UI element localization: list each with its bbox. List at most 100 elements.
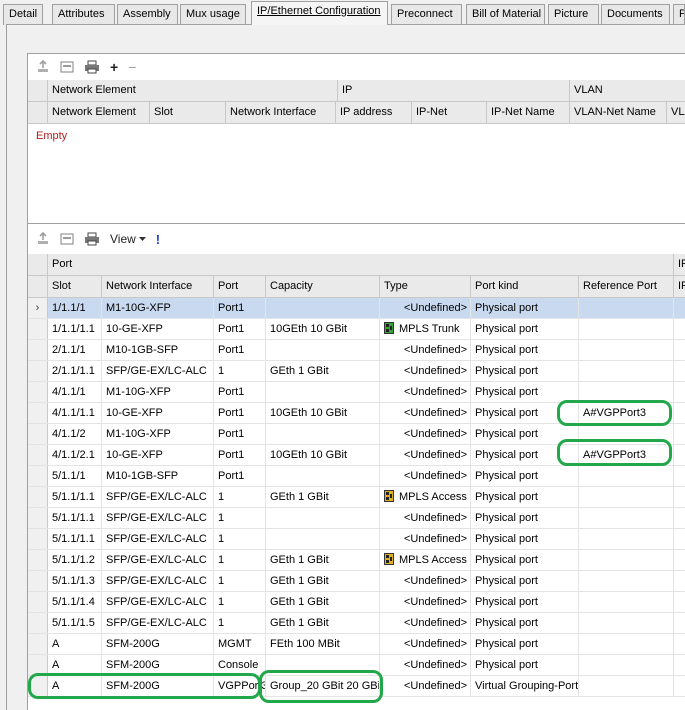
column-header-ip-net[interactable]: IP-Net: [412, 102, 487, 123]
slot-cell: 5/1.1/1.1: [48, 529, 102, 549]
network-interface-cell: SFP/GE-EX/LC-ALC: [102, 361, 214, 381]
capacity-cell: [266, 298, 380, 318]
column-header-network-interface[interactable]: Network Interface: [102, 276, 214, 297]
column-header-ip-address[interactable]: IP address: [336, 102, 412, 123]
row-selector[interactable]: [28, 571, 48, 591]
column-header-type[interactable]: Type: [380, 276, 471, 297]
table-row[interactable]: A SFM-200G MGMT FEth 100 MBit <Undefined> Phy…: [28, 634, 685, 655]
export-button[interactable]: [36, 232, 50, 246]
type-label: MPLS Access: [399, 491, 467, 503]
table-row[interactable]: 5/1.1/1.1 SFP/GE-EX/LC-ALC 1 <Undefined> Phy…: [28, 529, 685, 550]
tab-mux-usage[interactable]: Mux usage: [180, 4, 246, 25]
column-header-slot[interactable]: Slot: [150, 102, 226, 123]
tab-p[interactable]: P: [673, 4, 685, 25]
table-row[interactable]: 5/1.1/1 M10-1GB-SFP Port1 <Undefined> Physic…: [28, 466, 685, 487]
tab-preconnect[interactable]: Preconnect: [391, 4, 462, 25]
add-icon[interactable]: +: [110, 59, 118, 75]
tab-detail[interactable]: Detail: [3, 4, 43, 25]
port-kind-cell: Physical port: [471, 571, 579, 591]
view-label: View: [110, 232, 136, 246]
table-row[interactable]: 4/1.1/1 M1-10G-XFP Port1 <Undefined> Physica…: [28, 382, 685, 403]
capacity-cell: [266, 424, 380, 444]
table-row[interactable]: 4/1.1/2.1 10-GE-XFP Port1 10GEth 10 GBit <Un…: [28, 445, 685, 466]
table-row[interactable]: 1/1.1/1.1 10-GE-XFP Port1 10GEth 10 GBit MPL…: [28, 319, 685, 340]
tab-bill-of-material[interactable]: Bill of Material: [466, 4, 545, 25]
row-selector[interactable]: [28, 340, 48, 360]
table-row[interactable]: 4/1.1/1.1 10-GE-XFP Port1 10GEth 10 GBit <Un…: [28, 403, 685, 424]
column-header-reference-port[interactable]: Reference Port: [579, 276, 674, 297]
row-selector[interactable]: [28, 592, 48, 612]
print-preview-button[interactable]: [60, 232, 74, 246]
type-cell: MPLS Access: [380, 550, 471, 570]
table-row[interactable]: 5/1.1/1.4 SFP/GE-EX/LC-ALC 1 GEth 1 GBit <Un…: [28, 592, 685, 613]
table-row[interactable]: 5/1.1/1.3 SFP/GE-EX/LC-ALC 1 GEth 1 GBit <Un…: [28, 571, 685, 592]
column-header-vlan-net-name[interactable]: VLAN-Net Name: [570, 102, 667, 123]
capacity-cell: GEth 1 GBit: [266, 592, 380, 612]
tab-picture[interactable]: Picture: [548, 4, 599, 25]
table-row[interactable]: A SFM-200G VGPPort3 Group_20 GBit 20 GBit <U…: [28, 676, 685, 697]
port-kind-cell: Physical port: [471, 487, 579, 507]
column-header-capacity[interactable]: Capacity: [266, 276, 380, 297]
export-button[interactable]: [36, 60, 50, 74]
row-selector[interactable]: [28, 550, 48, 570]
header-gutter: [28, 276, 48, 297]
column-header-ip-net-name[interactable]: IP-Net Name: [487, 102, 570, 123]
row-selector[interactable]: [28, 403, 48, 423]
column-header-ip[interactable]: IP: [674, 276, 685, 297]
row-selector[interactable]: [28, 529, 48, 549]
table-row[interactable]: 2/1.1/1 M10-1GB-SFP Port1 <Undefined> Physic…: [28, 340, 685, 361]
row-selector[interactable]: [28, 319, 48, 339]
ip-cell: [674, 571, 685, 591]
info-icon[interactable]: !: [156, 232, 160, 247]
row-selector[interactable]: ›: [28, 298, 48, 318]
remove-icon[interactable]: −: [128, 59, 136, 75]
tab-documents[interactable]: Documents: [601, 4, 670, 25]
row-selector[interactable]: [28, 445, 48, 465]
table-row[interactable]: 2/1.1/1.1 SFP/GE-EX/LC-ALC 1 GEth 1 GBit <Un…: [28, 361, 685, 382]
table-row[interactable]: 5/1.1/1.5 SFP/GE-EX/LC-ALC 1 GEth 1 GBit <Un…: [28, 613, 685, 634]
type-cell: <Undefined>: [380, 613, 471, 633]
group-header-network-element: Network Element: [48, 80, 338, 101]
print-button[interactable]: [84, 232, 100, 246]
column-header-slot[interactable]: Slot: [48, 276, 102, 297]
slot-cell: 4/1.1/1: [48, 382, 102, 402]
row-selector[interactable]: [28, 634, 48, 654]
row-selector[interactable]: [28, 676, 48, 696]
capacity-cell: GEth 1 GBit: [266, 613, 380, 633]
print-icon: [84, 60, 100, 74]
port-kind-cell: Physical port: [471, 319, 579, 339]
reference-port-cell: [579, 319, 674, 339]
table-row[interactable]: A SFM-200G Console <Undefined> Physical port: [28, 655, 685, 676]
row-selector[interactable]: [28, 613, 48, 633]
port-cell: Port1: [214, 466, 266, 486]
table-row[interactable]: 4/1.1/2 M1-10G-XFP Port1 <Undefined> Physica…: [28, 424, 685, 445]
mpls-trunk-icon: [384, 321, 394, 339]
row-selector[interactable]: [28, 424, 48, 444]
table-row[interactable]: 5/1.1/1.2 SFP/GE-EX/LC-ALC 1 GEth 1 GBit MPL…: [28, 550, 685, 571]
row-selector[interactable]: [28, 361, 48, 381]
type-cell: <Undefined>: [380, 655, 471, 675]
table-row[interactable]: › 1/1.1/1 M1-10G-XFP Port1 <Undefined> Physic…: [28, 298, 685, 319]
tab-attributes[interactable]: Attributes: [52, 4, 115, 25]
print-button[interactable]: [84, 60, 100, 74]
print-preview-button[interactable]: [60, 60, 74, 74]
table-row[interactable]: 5/1.1/1.1 SFP/GE-EX/LC-ALC 1 <Undefined> Phy…: [28, 508, 685, 529]
column-header-network-element[interactable]: Network Element: [48, 102, 150, 123]
row-selector[interactable]: [28, 466, 48, 486]
column-header-port-kind[interactable]: Port kind: [471, 276, 579, 297]
row-selector[interactable]: [28, 655, 48, 675]
row-selector[interactable]: [28, 487, 48, 507]
reference-port-cell: [579, 592, 674, 612]
capacity-cell: 10GEth 10 GBit: [266, 445, 380, 465]
tab-assembly[interactable]: Assembly: [117, 4, 178, 25]
column-header-port[interactable]: Port: [214, 276, 266, 297]
tab-ip-ethernet-configuration[interactable]: IP/Ethernet Configuration: [251, 1, 388, 25]
table-row[interactable]: 5/1.1/1.1 SFP/GE-EX/LC-ALC 1 GEth 1 GBit MPL…: [28, 487, 685, 508]
row-selector[interactable]: [28, 382, 48, 402]
group-header-ip: IP: [338, 80, 570, 101]
column-header-vla[interactable]: VLA: [667, 102, 685, 123]
column-header-network-interface[interactable]: Network Interface: [226, 102, 336, 123]
view-menu-button[interactable]: View: [110, 232, 146, 246]
ip-cell: [674, 655, 685, 675]
row-selector[interactable]: [28, 508, 48, 528]
